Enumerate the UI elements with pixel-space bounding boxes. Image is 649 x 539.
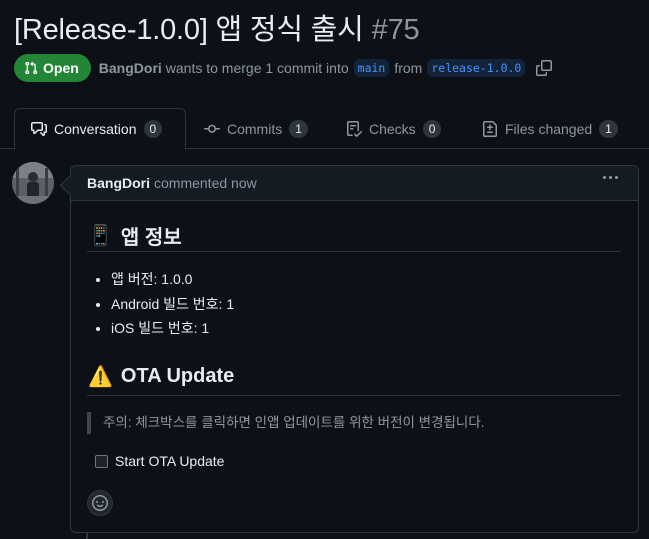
heading-text: 앱 정보 xyxy=(120,227,182,249)
divider xyxy=(87,251,621,252)
kebab-horizontal-icon[interactable] xyxy=(603,176,618,179)
pr-title-text: [Release-1.0.0] 앱 정식 출시 xyxy=(14,14,364,46)
tab-count: 1 xyxy=(599,119,618,138)
git-commit-icon xyxy=(204,121,220,137)
avatar[interactable] xyxy=(12,162,54,204)
status-badge: Open xyxy=(14,54,91,82)
smiley-icon[interactable] xyxy=(87,490,113,516)
heading-ota-update: ⚠️ OTA Update xyxy=(88,364,234,389)
warning-icon: ⚠️ xyxy=(88,366,113,388)
divider xyxy=(87,395,621,396)
mobile-phone-icon: 📱 xyxy=(88,225,113,247)
from-text: from xyxy=(394,60,423,76)
comment-author[interactable]: BangDori xyxy=(87,175,150,191)
list-item: iOS 빌드 번호: 1 xyxy=(111,316,234,341)
task-label: Start OTA Update xyxy=(115,453,225,469)
pr-meta: Open BangDori wants to merge 1 commit in… xyxy=(14,54,553,82)
tab-label: Files changed xyxy=(505,120,593,137)
pr-number: #75 xyxy=(371,14,420,46)
list-item: Android 빌드 번호: 1 xyxy=(111,292,234,317)
list-item: 앱 버전: 1.0.0 xyxy=(111,267,234,292)
comment-header: BangDori commented now xyxy=(71,166,638,201)
tab-count: 0 xyxy=(143,120,163,138)
tab-label: Commits xyxy=(227,120,283,137)
comment-card: BangDori commented now 📱 앱 정보 앱 버전: 1.0.… xyxy=(70,165,639,533)
pr-tabs: Conversation 0 Commits 1 Checks 0 Files … xyxy=(0,108,649,150)
pr-title: [Release-1.0.0] 앱 정식 출시 #75 xyxy=(14,6,420,48)
task-checkbox[interactable] xyxy=(95,454,108,468)
heading-text: OTA Update xyxy=(120,365,235,387)
task-item[interactable]: Start OTA Update xyxy=(95,453,224,469)
tab-label: Conversation xyxy=(54,121,137,137)
status-label: Open xyxy=(43,60,79,76)
checklist-icon xyxy=(346,120,362,137)
comment-timestamp: commented now xyxy=(154,175,257,191)
pr-author-link[interactable]: BangDori xyxy=(99,60,162,76)
app-info-list: 앱 버전: 1.0.0 Android 빌드 번호: 1 iOS 빌드 번호: … xyxy=(111,267,234,341)
git-pull-request-icon xyxy=(24,61,38,75)
head-branch[interactable]: release-1.0.0 xyxy=(427,59,526,77)
warning-blockquote: 주의: 체크박스를 클릭하면 인앱 업데이트를 위한 버전이 변경됩니다. xyxy=(87,412,485,434)
tab-conversation[interactable]: Conversation 0 xyxy=(14,108,186,150)
tab-count: 1 xyxy=(289,119,308,138)
tab-commits[interactable]: Commits 1 xyxy=(190,108,322,149)
tab-checks[interactable]: Checks 0 xyxy=(332,108,455,149)
heading-app-info: 📱 앱 정보 xyxy=(88,221,182,250)
tab-label: Checks xyxy=(369,120,416,137)
tab-files-changed[interactable]: Files changed 1 xyxy=(468,108,632,149)
comment-discussion-icon xyxy=(31,121,47,137)
tab-count: 0 xyxy=(422,119,442,138)
file-diff-icon xyxy=(482,120,498,137)
merge-text: wants to merge 1 commit into xyxy=(165,60,349,76)
copy-icon[interactable] xyxy=(536,60,553,76)
base-branch[interactable]: main xyxy=(353,59,390,77)
